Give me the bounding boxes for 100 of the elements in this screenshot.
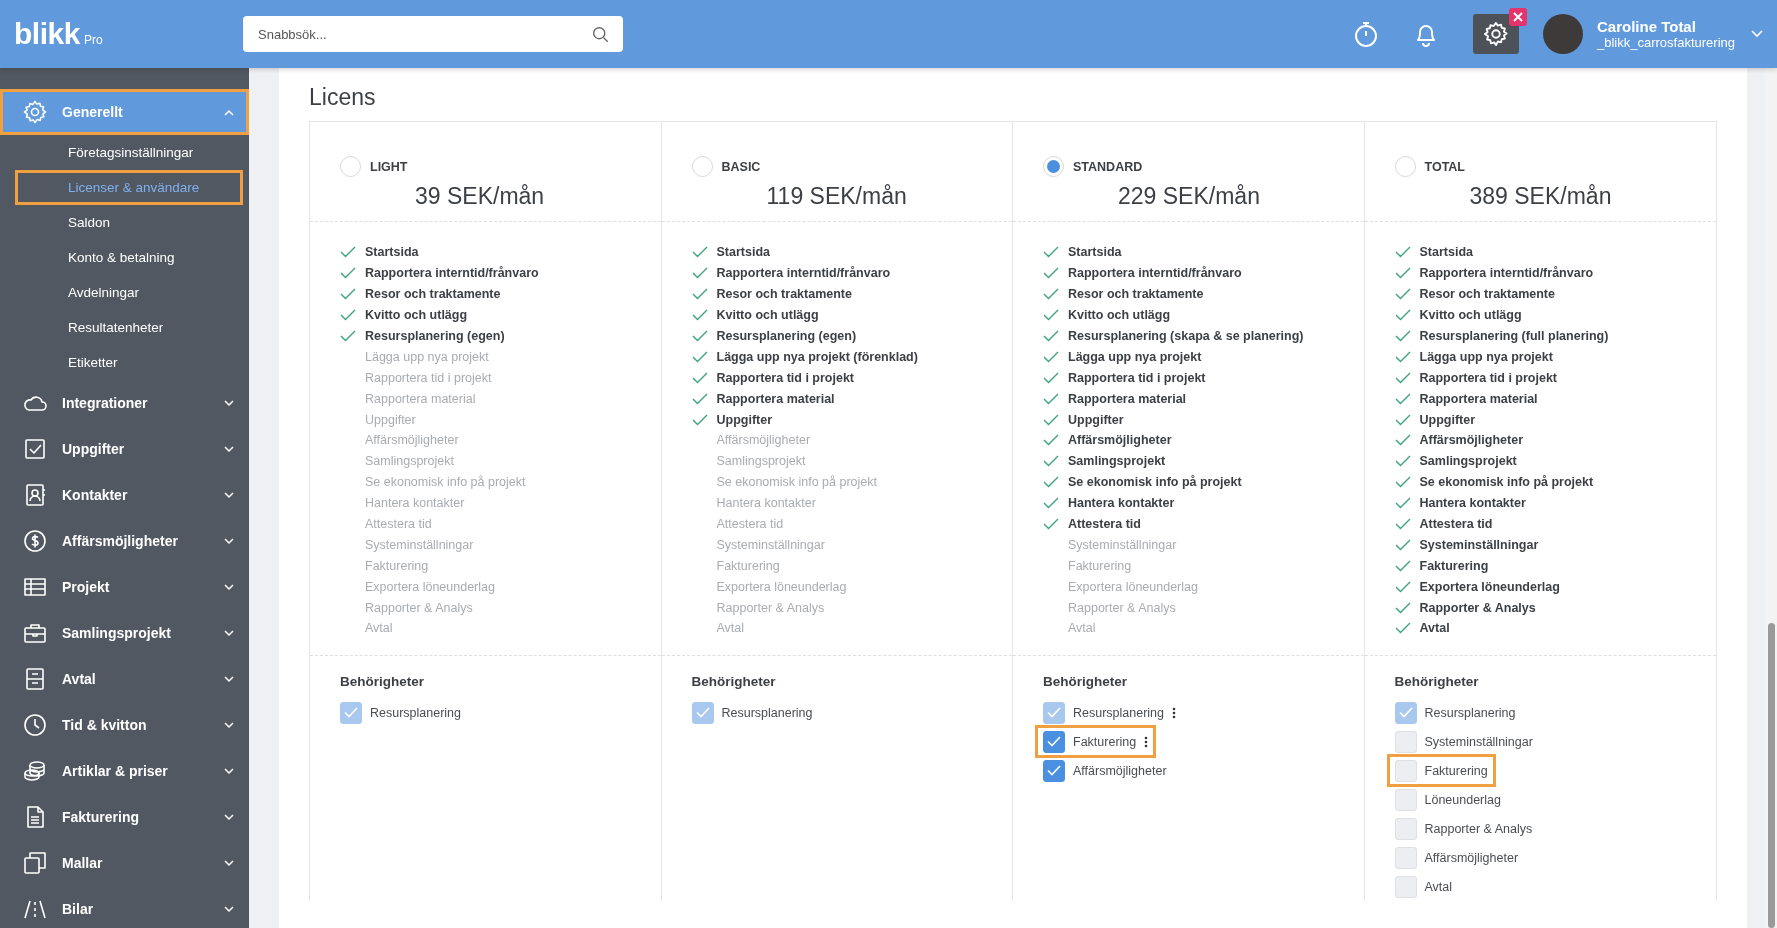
chevron-icon (224, 629, 234, 637)
checkbox[interactable] (1043, 730, 1065, 753)
feature-label: Samlingsprojekt (365, 454, 454, 469)
stopwatch-icon[interactable] (1353, 20, 1379, 48)
plan-name: LIGHT (370, 159, 408, 174)
feature-label: Attestera tid (716, 517, 784, 531)
chevron-icon (224, 537, 234, 545)
check-icon (344, 707, 358, 718)
feature-label: Fakturering (716, 558, 780, 573)
dollar-icon (22, 528, 48, 554)
chevron-icon (224, 108, 234, 116)
more-icon[interactable] (1144, 735, 1149, 748)
submenu-item[interactable]: Resultatenheter (0, 310, 249, 345)
feature-label: Affärsmöjligheter (365, 433, 459, 448)
feature-label: Hantera kontakter (1068, 496, 1175, 511)
feature-label: Lägga upp nya projekt (förenklad) (716, 349, 918, 364)
chevron-down-icon[interactable] (1751, 30, 1763, 38)
settings-icon (1482, 20, 1510, 48)
feature-label: Hantera kontakter (716, 496, 816, 511)
feature-label: Rapportera tid i projekt (1419, 370, 1558, 385)
feature-label: Se ekonomisk info på projekt (1419, 475, 1594, 490)
check-icon (1047, 736, 1061, 747)
feature-label: Hantera kontakter (1419, 496, 1526, 511)
feature-label: Kvitto och utlägg (716, 308, 819, 323)
plan-name: STANDARD (1073, 159, 1143, 174)
submenu-item[interactable]: Avdelningar (0, 275, 249, 310)
close-badge-icon[interactable] (1509, 8, 1527, 26)
chevron-icon (224, 859, 234, 867)
submenu-item[interactable]: Saldon (0, 205, 249, 240)
plan-price: 229 SEK/mån (1117, 183, 1261, 210)
check-icon (1398, 707, 1413, 718)
page-title: Licens (309, 84, 377, 111)
permissions-title: Behörigheter (340, 674, 425, 689)
feature-label: Uppgifter (716, 412, 773, 427)
gear-icon (22, 99, 48, 125)
feature-label: Lägga upp nya projekt (1419, 349, 1553, 364)
feature-label: Resor och traktamente (1068, 287, 1204, 302)
feature-label: Rapportera interntid/frånvaro (365, 266, 539, 281)
plan-name: BASIC (721, 159, 761, 174)
feature-label: Hantera kontakter (365, 496, 465, 511)
feature-label: Rapportera tid i projekt (365, 370, 492, 385)
permission-label: Affärsmöjligheter (1424, 850, 1519, 865)
feature-label: Rapportera material (1068, 391, 1187, 406)
sidebar-item[interactable]: Tid & kvitton (0, 702, 249, 748)
sidebar-item[interactable]: Fakturering (0, 794, 249, 840)
username: _blikk_carrosfakturering (1597, 35, 1735, 50)
feature-label: Affärsmöjligheter (716, 433, 811, 448)
feature-label: Resursplanering (full planering) (1419, 329, 1609, 343)
feature-label: Startsida (1068, 245, 1122, 260)
plan-price: 39 SEK/mån (414, 183, 546, 210)
settings-button[interactable] (1473, 14, 1519, 54)
feature-label: Fakturering (365, 558, 429, 573)
permission-label: Avtal (1424, 879, 1453, 894)
sidebar-item[interactable]: Mallar (0, 840, 249, 886)
feature-label: Exportera löneunderlag (1419, 579, 1560, 594)
sidebar-item[interactable]: Artiklar & priser (0, 748, 249, 794)
chevron-icon (224, 399, 234, 407)
sidebar-item[interactable]: Kontakter (0, 472, 249, 518)
feature-label: Systeminställningar (365, 537, 474, 552)
checkbox[interactable] (1043, 759, 1065, 782)
avatar[interactable] (1543, 14, 1583, 54)
sidebar-item[interactable]: Integrationer (0, 380, 249, 426)
feature-label: Se ekonomisk info på projekt (716, 475, 877, 490)
sidebar-item[interactable]: Avtal (0, 656, 249, 702)
submenu-item[interactable]: Konto & betalning (0, 240, 249, 275)
feature-label: Avtal (1068, 621, 1096, 636)
sidebar-item[interactable]: Projekt (0, 564, 249, 610)
logo-suffix: Pro (83, 33, 103, 47)
check-icon (1047, 707, 1061, 718)
search-field[interactable]: Snabbsök... (243, 16, 623, 52)
feature-label: Attestera tid (365, 517, 432, 531)
feature-label: Samlingsprojekt (1068, 454, 1166, 469)
feature-label: Se ekonomisk info på projekt (1068, 475, 1242, 490)
submenu-item[interactable]: Etiketter (0, 345, 249, 380)
sidebar-item[interactable]: Affärsmöjligheter (0, 518, 249, 564)
chevron-icon (224, 445, 234, 453)
check-icon (1047, 765, 1061, 776)
feature-label: Avtal (365, 621, 393, 636)
scrollbar[interactable] (1765, 68, 1777, 928)
sidebar-item[interactable]: Uppgifter (0, 426, 249, 472)
copy-icon (22, 850, 48, 876)
feature-label: Avtal (1419, 621, 1450, 636)
feature-label: Rapportera material (716, 391, 835, 406)
feature-label: Attestera tid (1419, 517, 1493, 531)
sidebar-item[interactable]: Samlingsprojekt (0, 610, 249, 656)
permission-label: Resursplanering (1424, 705, 1516, 720)
feature-label: Rapporter & Analys (365, 600, 473, 615)
feature-label: Lägga upp nya projekt (365, 349, 489, 364)
feature-label: Attestera tid (1068, 517, 1141, 531)
feature-label: Kvitto och utlägg (365, 308, 468, 323)
feature-label: Rapportera interntid/frånvaro (716, 266, 891, 281)
permissions-title: Behörigheter (1394, 674, 1480, 689)
submenu-item[interactable]: Företagsinställningar (0, 135, 249, 170)
permission-label: Resursplanering (1073, 705, 1165, 720)
sidebar-item[interactable]: Bilar (0, 886, 249, 928)
permission-label: Rapporter & Analys (1424, 821, 1533, 836)
permission-label: Fakturering (1424, 763, 1488, 778)
feature-label: Rapportera material (1419, 391, 1538, 406)
checkbox-icon (22, 436, 48, 462)
feature-label: Uppgifter (1068, 412, 1124, 427)
